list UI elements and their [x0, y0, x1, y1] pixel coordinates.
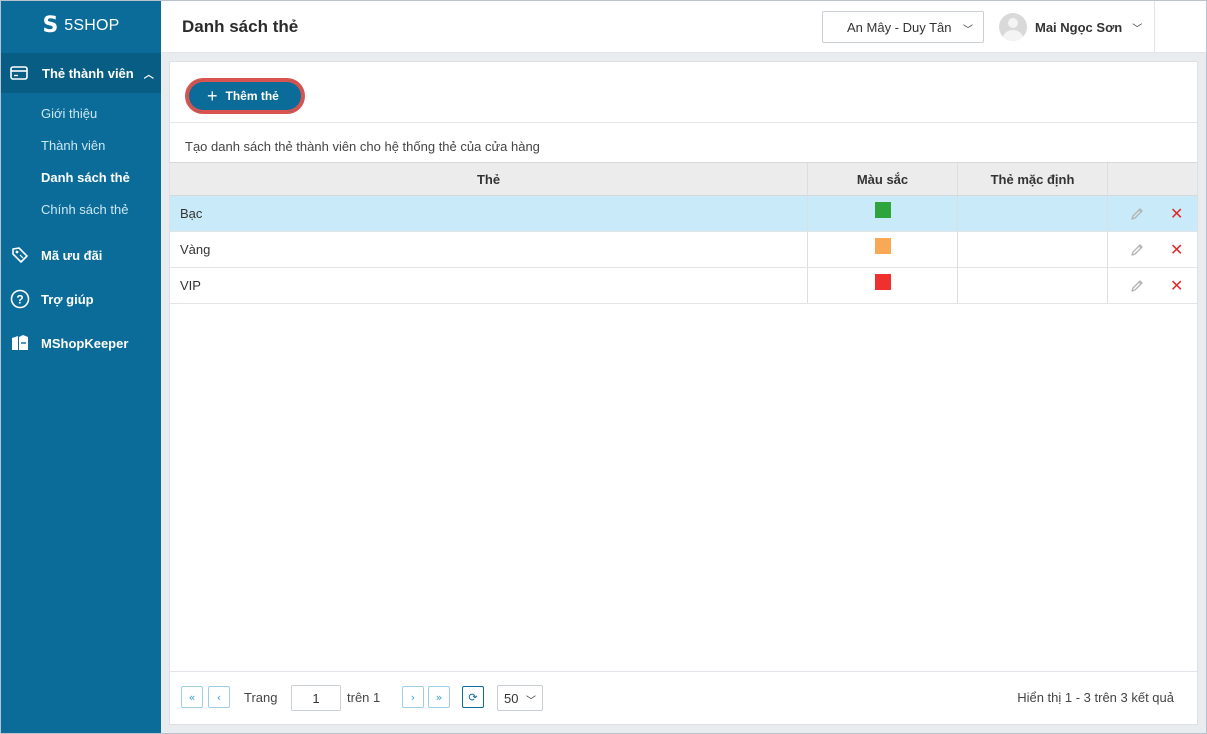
card-icon: [10, 66, 30, 80]
tag-icon: [10, 245, 30, 265]
page-description: Tạo danh sách thẻ thành viên cho hệ thốn…: [185, 139, 540, 154]
card-name: VIP: [170, 268, 808, 303]
store-select-value: An Mây - Duy Tân: [847, 19, 952, 35]
sidebar-item-label: MShopKeeper: [41, 335, 129, 351]
column-header-default[interactable]: Thẻ mặc định: [958, 163, 1108, 195]
sidebar-item-members[interactable]: Thành viên: [1, 129, 161, 161]
page-size-value: 50: [504, 690, 519, 706]
header-divider: [1154, 1, 1155, 53]
logo[interactable]: S 5SHOP: [1, 1, 161, 51]
plus-icon: +: [207, 86, 218, 106]
chevron-up-icon: ︿: [143, 69, 154, 81]
sidebar-item-intro[interactable]: Giới thiệu: [1, 97, 161, 129]
next-page-icon[interactable]: ›: [402, 686, 424, 708]
edit-pencil-icon[interactable]: [1130, 207, 1144, 221]
page-label: Trang: [244, 690, 278, 705]
help-icon: ?: [10, 289, 30, 309]
column-header-actions: [1108, 163, 1197, 195]
last-page-icon[interactable]: »: [428, 686, 450, 708]
sidebar-section-label: Thẻ thành viên: [42, 65, 134, 81]
sidebar-item-promo-codes[interactable]: Mã ưu đãi: [1, 239, 161, 271]
delete-icon[interactable]: ✕: [1170, 277, 1183, 294]
page-total-label: trên 1: [347, 690, 381, 705]
shop-icon: [10, 333, 30, 353]
sidebar-item-label: Mã ưu đãi: [41, 247, 103, 263]
top-header: Danh sách thẻ An Mây - Duy Tân ﹀ Mai Ngọ…: [161, 1, 1206, 53]
logo-mark-icon: S: [42, 13, 59, 38]
divider: [170, 671, 1197, 672]
sidebar-item-help[interactable]: ? Trợ giúp: [1, 283, 161, 315]
refresh-icon[interactable]: ⟳: [462, 686, 484, 708]
sidebar-section-member-cards[interactable]: Thẻ thành viên ︿: [1, 53, 161, 93]
card-name: Bạc: [170, 196, 808, 231]
svg-text:?: ?: [16, 293, 23, 307]
row-actions: ✕: [1108, 196, 1197, 231]
add-card-button[interactable]: + Thêm thẻ: [185, 78, 305, 114]
card-list-panel: [169, 61, 1198, 725]
color-swatch: [874, 238, 891, 254]
chevron-down-icon: ﹀: [963, 25, 973, 36]
card-name: Vàng: [170, 232, 808, 267]
default-card-cell: [958, 268, 1108, 303]
add-card-label: Thêm thẻ: [225, 89, 279, 103]
row-actions: ✕: [1108, 268, 1197, 303]
brand-name: 5SHOP: [64, 17, 120, 34]
page-size-select[interactable]: 50 ﹀: [497, 685, 543, 711]
chevron-down-icon: ﹀: [1132, 23, 1143, 35]
card-color-cell: [808, 196, 958, 231]
sidebar-item-label: Trợ giúp: [41, 291, 94, 307]
avatar: [999, 13, 1027, 41]
prev-page-icon[interactable]: ‹: [208, 686, 230, 708]
user-name: Mai Ngọc Sơn: [1035, 19, 1123, 35]
sidebar-item-mshopkeeper[interactable]: MShopKeeper: [1, 327, 161, 359]
row-actions: ✕: [1108, 232, 1197, 267]
color-swatch: [874, 202, 891, 218]
default-card-cell: [958, 232, 1108, 267]
divider: [170, 122, 1197, 123]
delete-icon[interactable]: ✕: [1170, 241, 1183, 258]
card-color-cell: [808, 232, 958, 267]
column-header-color[interactable]: Màu sắc: [808, 163, 958, 195]
sidebar-item-card-policy[interactable]: Chính sách thẻ: [1, 193, 161, 225]
table-row[interactable]: Vàng ✕: [170, 232, 1197, 268]
card-table: Thẻ Màu sắc Thẻ mặc định Bạc ✕ Vàng ✕ VI…: [170, 162, 1197, 304]
card-color-cell: [808, 268, 958, 303]
page-title: Danh sách thẻ: [182, 17, 299, 36]
default-card-cell: [958, 196, 1108, 231]
store-select[interactable]: An Mây - Duy Tân ﹀: [822, 11, 984, 43]
first-page-icon[interactable]: «: [181, 686, 203, 708]
sidebar-item-card-list[interactable]: Danh sách thẻ: [1, 161, 161, 193]
edit-pencil-icon[interactable]: [1130, 279, 1144, 293]
table-row[interactable]: VIP ✕: [170, 268, 1197, 304]
sidebar: S 5SHOP Thẻ thành viên ︿ Giới thiệu Thàn…: [1, 1, 161, 733]
table-row[interactable]: Bạc ✕: [170, 196, 1197, 232]
edit-pencil-icon[interactable]: [1130, 243, 1144, 257]
delete-icon[interactable]: ✕: [1170, 205, 1183, 222]
chevron-down-icon: ﹀: [526, 696, 536, 707]
column-header-card[interactable]: Thẻ: [170, 163, 808, 195]
color-swatch: [874, 274, 891, 290]
result-summary: Hiển thị 1 - 3 trên 3 kết quả: [1017, 690, 1174, 705]
user-menu[interactable]: Mai Ngọc Sơn ﹀: [999, 13, 1142, 41]
page-number-input[interactable]: [291, 685, 341, 711]
table-header: Thẻ Màu sắc Thẻ mặc định: [170, 162, 1197, 196]
